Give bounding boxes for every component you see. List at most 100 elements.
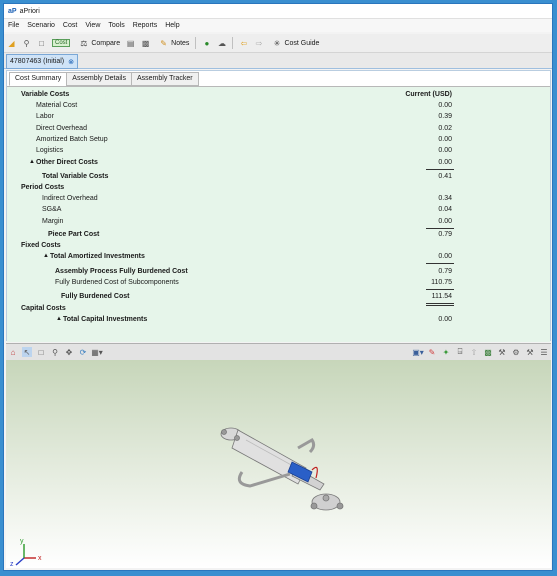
row-value: 0.00	[438, 147, 452, 154]
table-row: Fixed Costs	[7, 242, 550, 252]
home-icon[interactable]: ⌂	[8, 347, 18, 357]
row-label: Logistics	[36, 147, 64, 154]
table-row: Variable Costs	[7, 91, 550, 101]
toolbar-separator	[195, 37, 197, 49]
row-label: Material Cost	[36, 102, 78, 109]
table-row: Piece Part Cost 0.79	[7, 231, 550, 241]
menu-tools[interactable]: Tools	[104, 22, 128, 29]
row-label: Assembly Process Fully Burdened Cost	[55, 268, 188, 275]
close-icon[interactable]: ⊗	[68, 58, 74, 66]
row-value: 0.79	[438, 268, 452, 275]
subtotal-underline	[426, 263, 454, 264]
row-value: 0.34	[438, 195, 452, 202]
open-folder-icon[interactable]: ◢	[6, 38, 17, 49]
row-value: 0.02	[438, 125, 452, 132]
row-value: 0.00	[438, 316, 452, 323]
image-icon[interactable]: ▩	[140, 38, 151, 49]
menu-bar: File Scenario Cost View Tools Reports He…	[4, 19, 552, 32]
table-row[interactable]: ▲ Other Direct Costs 0.00	[7, 159, 550, 169]
row-label: Fully Burdened Cost	[61, 293, 130, 300]
measure-icon[interactable]: ⍈	[455, 347, 465, 357]
menu-reports[interactable]: Reports	[129, 22, 162, 29]
section-label: Fixed Costs	[21, 242, 61, 249]
cost-guide-icon: ✳	[273, 38, 281, 48]
row-value: 0.00	[438, 218, 452, 225]
menu-scenario[interactable]: Scenario	[23, 22, 59, 29]
notes-icon: ✎	[160, 38, 167, 48]
expand-arrow-icon[interactable]: ▲	[29, 159, 35, 165]
menu-help[interactable]: Help	[161, 22, 183, 29]
compare-icon: ⚖	[80, 38, 88, 48]
cost-button[interactable]: Cost	[52, 39, 71, 47]
cost-guide-button[interactable]: ✳ Cost Guide	[269, 38, 320, 49]
row-label: Fully Burdened Cost of Subcomponents	[55, 279, 179, 286]
view-options-dropdown-icon[interactable]: ▦▾	[91, 347, 103, 357]
select-arrow-icon[interactable]: ↖	[22, 347, 32, 357]
back-arrow-icon[interactable]: ⇦	[238, 38, 249, 49]
row-value: 110.75	[431, 279, 452, 286]
row-value: 0.00	[438, 159, 452, 166]
row-value: 0.00	[438, 102, 452, 109]
box-select-icon[interactable]: □	[36, 347, 46, 357]
green-circle-icon[interactable]: ●	[201, 38, 212, 49]
cloud-icon[interactable]: ☁	[216, 38, 227, 49]
pencil-icon[interactable]: ✎	[427, 347, 437, 357]
rotate-view-icon[interactable]: ⟳	[78, 347, 88, 357]
subtotal-underline	[426, 228, 454, 229]
table-row[interactable]: ▲ Total Amortized Investments 0.00	[7, 253, 550, 263]
axis-y-label: y	[20, 538, 24, 545]
tool-icon[interactable]: ⚒	[497, 347, 507, 357]
bar-chart-icon[interactable]: ▩	[483, 347, 493, 357]
zoom-icon[interactable]: ⚲	[50, 347, 60, 357]
subtotal-underline	[426, 289, 454, 290]
row-value: 0.00	[438, 253, 452, 260]
table-row: Capital Costs	[7, 305, 550, 315]
row-label: Total Capital Investments	[63, 316, 148, 323]
expand-arrow-icon[interactable]: ▲	[56, 316, 62, 322]
compare-button[interactable]: ⚖ Compare	[76, 38, 120, 49]
tab-assembly-details[interactable]: Assembly Details	[66, 72, 132, 86]
axis-x-label: x	[38, 555, 42, 562]
more-options-icon[interactable]: ☰	[539, 347, 549, 357]
leaf-icon[interactable]: ✦	[441, 347, 451, 357]
menu-file[interactable]: File	[4, 22, 23, 29]
arrow-up-icon[interactable]: ⇧	[469, 347, 479, 357]
report-icon[interactable]: ▤	[125, 38, 136, 49]
axis-z-label: z	[10, 561, 14, 568]
assembly-model: x y z	[10, 427, 344, 568]
panel-tabs: Cost Summary Assembly Details Assembly T…	[9, 72, 199, 86]
scenario-tab[interactable]: 47807463 (Initial) ⊗	[6, 54, 78, 69]
table-row: Total Variable Costs 0.41	[7, 173, 550, 183]
table-row[interactable]: ▲ Total Capital Investments 0.00	[7, 316, 550, 326]
forward-arrow-icon[interactable]: ⇨	[253, 38, 264, 49]
subtotal-underline	[426, 169, 454, 170]
menu-view[interactable]: View	[81, 22, 104, 29]
row-value: 0.41	[438, 173, 452, 180]
table-row: SG&A 0.04	[7, 206, 550, 216]
tab-assembly-tracker[interactable]: Assembly Tracker	[130, 72, 199, 86]
row-value: 0.04	[438, 206, 452, 213]
fit-view-icon[interactable]: ✥	[64, 347, 74, 357]
document-tab-bar: 47807463 (Initial) ⊗	[4, 53, 552, 69]
toolbar-separator	[232, 37, 234, 49]
table-row: Labor 0.39	[7, 113, 550, 123]
display-mode-dropdown-icon[interactable]: ▣▾	[412, 347, 424, 357]
search-icon[interactable]: ⚲	[21, 38, 32, 49]
cost-table: Current (USD) Variable Costs Material Co…	[7, 86, 550, 342]
axis-triad: x y z	[10, 538, 42, 568]
cost-summary-panel: Cost Summary Assembly Details Assembly T…	[6, 70, 551, 342]
table-row: Amortized Batch Setup 0.00	[7, 136, 550, 146]
tab-cost-summary[interactable]: Cost Summary	[9, 72, 68, 86]
part-model	[220, 427, 344, 511]
notes-button[interactable]: ✎ Notes	[156, 38, 189, 49]
menu-cost[interactable]: Cost	[59, 22, 81, 29]
settings-icon[interactable]: ⚙	[511, 347, 521, 357]
wrench-icon[interactable]: ⚒	[525, 347, 535, 357]
expand-arrow-icon[interactable]: ▲	[43, 253, 49, 259]
save-icon[interactable]: □	[36, 38, 47, 49]
3d-model-viewer[interactable]: x y z	[6, 360, 551, 568]
table-row: Assembly Process Fully Burdened Cost 0.79	[7, 268, 550, 278]
row-label: Indirect Overhead	[42, 195, 98, 202]
main-toolbar: ◢ ⚲ □ Cost ⚖ Compare ▤ ▩ ✎ Notes ● ☁ ⇦ ⇨…	[4, 34, 552, 53]
row-label: Piece Part Cost	[48, 231, 100, 238]
